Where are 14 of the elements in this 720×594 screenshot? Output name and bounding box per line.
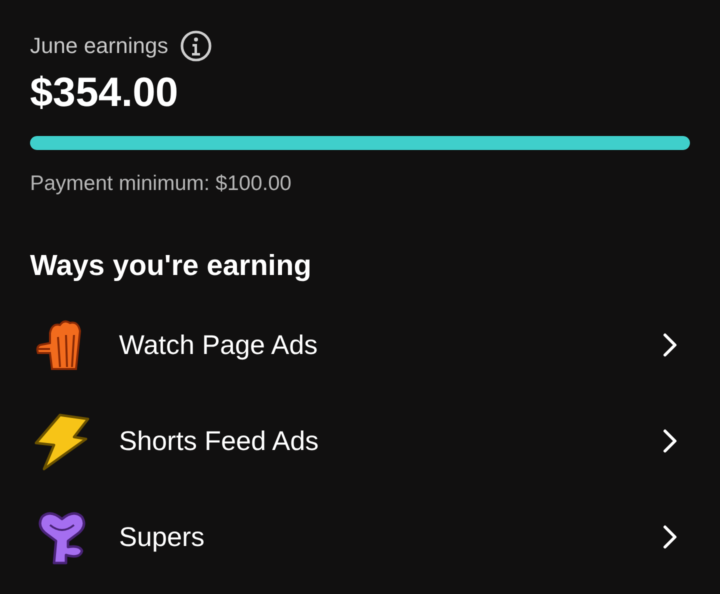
section-heading: Ways you're earning <box>30 250 312 283</box>
item-label: Shorts Feed Ads <box>119 426 320 456</box>
earnings-amount: $354.00 <box>30 68 180 116</box>
item-label: Supers <box>119 522 206 552</box>
earnings-label: June earnings <box>30 33 168 59</box>
earning-method-item[interactable]: Watch Page Ads <box>30 297 690 393</box>
payment-minimum: Payment minimum: $100.00 <box>30 172 292 196</box>
chevron-right-icon <box>662 428 678 454</box>
chevron-right-icon <box>662 524 678 550</box>
earning-method-item[interactable]: Supers <box>30 489 690 585</box>
chevron-right-icon <box>662 332 678 358</box>
earning-method-item[interactable]: Shorts Feed Ads <box>30 393 690 489</box>
info-icon[interactable] <box>180 30 212 62</box>
item-label: Watch Page Ads <box>119 330 319 360</box>
